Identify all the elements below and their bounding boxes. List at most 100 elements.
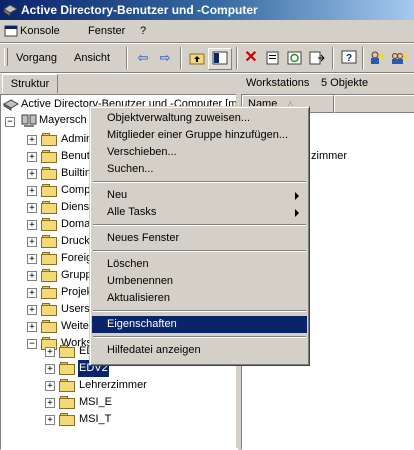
tree-node-label: Foreig xyxy=(61,252,93,264)
menu-konsole[interactable]: Konsole xyxy=(20,21,60,41)
expand-icon[interactable]: + xyxy=(27,254,37,264)
tree-node[interactable]: MSI_T xyxy=(59,411,229,428)
toolbar-separator xyxy=(236,47,238,69)
tree-node-label: Builtin xyxy=(61,167,91,179)
expand-icon[interactable]: + xyxy=(45,381,55,391)
tree-node-label: Users xyxy=(61,303,90,315)
expand-icon[interactable]: + xyxy=(27,322,37,332)
tab-struktur-label: Struktur xyxy=(10,78,50,90)
tree-node-label: Weite xyxy=(61,320,89,332)
column-header-empty[interactable] xyxy=(334,95,414,113)
menu-item-label: Aktualisieren xyxy=(107,292,170,304)
tree-node-label: MSI_E xyxy=(79,396,113,408)
expand-icon[interactable]: + xyxy=(27,288,37,298)
toolbar-separator xyxy=(180,47,182,69)
expand-icon[interactable]: + xyxy=(45,364,55,374)
menu-separator xyxy=(93,224,306,226)
forward-icon[interactable]: ⇨ xyxy=(154,48,176,68)
expand-icon[interactable]: + xyxy=(27,237,37,247)
folder-icon xyxy=(41,150,57,163)
refresh-icon[interactable] xyxy=(284,48,306,68)
properties-icon[interactable] xyxy=(262,48,284,68)
new-group-icon[interactable] xyxy=(388,48,410,68)
expand-icon[interactable]: + xyxy=(27,305,37,315)
new-user-icon[interactable] xyxy=(366,48,388,68)
tree-node-label: Comp xyxy=(61,184,91,196)
folder-icon xyxy=(41,218,57,231)
tab-struktur[interactable]: Struktur xyxy=(2,74,58,93)
export-list-icon[interactable] xyxy=(306,48,328,68)
menu-item-label: Alle Tasks xyxy=(107,206,157,218)
menu-item-label: Mitglieder einer Gruppe hinzufügen... xyxy=(107,129,288,141)
folder-icon xyxy=(41,303,57,316)
expand-icon[interactable]: + xyxy=(27,203,37,213)
expand-icon[interactable]: + xyxy=(45,347,55,357)
submenu-arrow-icon xyxy=(295,209,299,217)
delete-icon[interactable]: ✕ xyxy=(240,48,262,68)
menu-separator xyxy=(93,181,306,183)
expand-icon[interactable]: + xyxy=(27,135,37,145)
tree-node-label: Admin xyxy=(61,133,93,145)
folder-icon xyxy=(41,133,57,146)
expand-icon[interactable]: + xyxy=(27,220,37,230)
menu-verschieben[interactable]: Verschieben... xyxy=(92,144,307,161)
folder-icon xyxy=(41,235,57,248)
folder-icon xyxy=(41,320,57,333)
expand-icon[interactable]: + xyxy=(27,152,37,162)
vorgang-menu[interactable]: Vorgang xyxy=(16,49,57,67)
tree-node[interactable]: Lehrerzimmer xyxy=(59,377,229,394)
up-folder-icon[interactable] xyxy=(186,48,208,68)
back-icon[interactable]: ⇦ xyxy=(132,48,154,68)
expand-icon[interactable]: + xyxy=(27,169,37,179)
expand-icon[interactable]: + xyxy=(45,398,55,408)
folder-icon xyxy=(41,184,57,197)
folder-icon xyxy=(59,362,75,375)
menu-mitglieder-hinzufuegen[interactable]: Mitglieder einer Gruppe hinzufügen... xyxy=(92,127,307,144)
ansicht-menu[interactable]: Ansicht xyxy=(74,49,110,67)
toolbar-separator xyxy=(362,47,364,69)
help-icon[interactable]: ? xyxy=(338,48,360,68)
menu-item-label: Verschieben... xyxy=(107,146,177,158)
menu-item-label: Objektverwaltung zuweisen... xyxy=(107,112,251,124)
menu-bar: Konsole Fenster ? xyxy=(0,20,414,42)
toolbar-separator xyxy=(126,47,128,69)
tree-node[interactable]: MSI_E xyxy=(59,394,229,411)
svg-text:?: ? xyxy=(346,53,352,64)
expand-icon[interactable]: + xyxy=(27,186,37,196)
tree-domain-label: Mayersch xyxy=(39,114,87,126)
folder-icon xyxy=(41,167,57,180)
menu-item-label: Löschen xyxy=(107,258,149,270)
console-icon xyxy=(4,25,18,37)
menu-item-label: Eigenschaften xyxy=(107,318,177,330)
submenu-arrow-icon xyxy=(295,192,299,200)
tree-node-label: Dienst xyxy=(61,201,93,213)
show-tree-icon[interactable] xyxy=(208,48,232,70)
menu-objektverwaltung[interactable]: Objektverwaltung zuweisen... xyxy=(92,110,307,127)
menu-help[interactable]: ? xyxy=(140,21,146,41)
menu-hilfedatei[interactable]: Hilfedatei anzeigen xyxy=(92,342,307,359)
menu-item-label: Neues Fenster xyxy=(107,232,180,244)
list-item[interactable]: zimmer xyxy=(311,150,347,162)
tree-node-label: Grupp xyxy=(61,269,92,281)
menu-fenster[interactable]: Fenster xyxy=(88,21,125,41)
tree-node-label: Lehrerzimmer xyxy=(79,379,147,391)
right-pane-title: Workstations xyxy=(246,77,310,89)
tree-node-label: Doma xyxy=(61,218,91,230)
expand-icon[interactable]: + xyxy=(27,271,37,281)
menu-aktualisieren[interactable]: Aktualisieren xyxy=(92,290,307,307)
menu-neu[interactable]: Neu xyxy=(92,187,307,204)
right-pane-count: 5 Objekte xyxy=(321,77,369,89)
menu-suchen[interactable]: Suchen... xyxy=(92,161,307,178)
divider xyxy=(0,42,414,44)
menu-item-label: Hilfedatei anzeigen xyxy=(107,344,201,356)
menu-loeschen[interactable]: Löschen xyxy=(92,256,307,273)
menu-umbenennen[interactable]: Umbenennen xyxy=(92,273,307,290)
expand-icon[interactable]: + xyxy=(45,415,55,425)
menu-alle-tasks[interactable]: Alle Tasks xyxy=(92,204,307,221)
menu-eigenschaften[interactable]: Eigenschaften xyxy=(92,316,307,333)
collapse-icon[interactable]: − xyxy=(5,117,15,127)
folder-icon xyxy=(41,252,57,265)
collapse-icon[interactable]: − xyxy=(27,339,37,349)
menu-separator xyxy=(93,310,306,312)
menu-neues-fenster[interactable]: Neues Fenster xyxy=(92,230,307,247)
